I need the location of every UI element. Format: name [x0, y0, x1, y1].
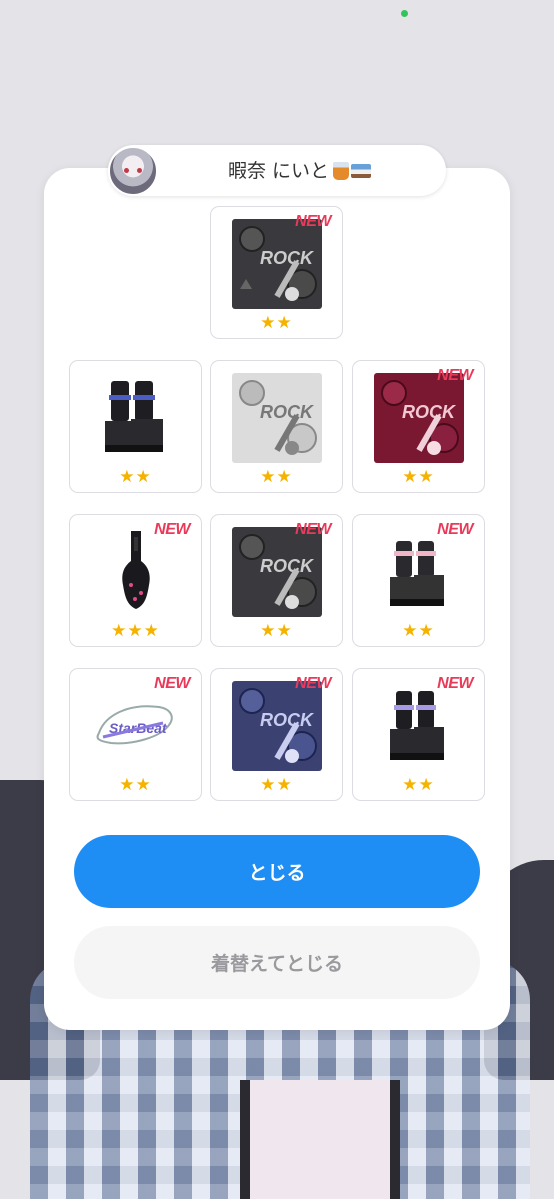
item-card[interactable]: ROCK NEW ★★: [210, 514, 343, 647]
item-card[interactable]: NEW ★★★: [69, 514, 202, 647]
rarity-stars: ★★: [260, 313, 293, 333]
rarity-stars: ★★: [119, 775, 152, 795]
rarity-stars: ★★: [260, 621, 293, 641]
new-badge: NEW: [437, 367, 473, 384]
rarity-stars: ★★: [119, 467, 152, 487]
item-card[interactable]: ROCK ★★: [210, 360, 343, 493]
sticker-logo-icon: StarBeat: [91, 681, 181, 771]
new-badge: NEW: [295, 521, 331, 538]
item-card[interactable]: ROCK NEW ★★: [210, 206, 343, 339]
svg-text:ROCK: ROCK: [260, 556, 315, 576]
rarity-stars: ★★★: [111, 621, 160, 641]
new-badge: NEW: [437, 675, 473, 692]
svg-text:ROCK: ROCK: [402, 402, 457, 422]
bed-emoji-icon: [351, 164, 372, 178]
item-card[interactable]: StarBeat NEW ★★: [69, 668, 202, 801]
user-name: 暇奈 にいと: [228, 160, 330, 182]
rarity-stars: ★★: [260, 775, 293, 795]
item-card[interactable]: ROCK NEW ★★: [352, 360, 485, 493]
rock-print-icon: ROCK: [232, 681, 322, 771]
new-badge: NEW: [437, 521, 473, 538]
rarity-stars: ★★: [402, 621, 435, 641]
avatar: [108, 146, 158, 196]
rarity-stars: ★★: [402, 467, 435, 487]
change-and-close-button[interactable]: 着替えてとじる: [74, 926, 480, 999]
new-badge: NEW: [295, 213, 331, 230]
boots-icon: [374, 681, 464, 771]
close-button[interactable]: とじる: [74, 835, 480, 908]
guitar-case-icon: [91, 527, 181, 617]
boots-icon: [374, 527, 464, 617]
rock-print-icon: ROCK: [232, 219, 322, 309]
item-card[interactable]: NEW ★★: [352, 514, 485, 647]
rock-print-icon: ROCK: [374, 373, 464, 463]
glass-emoji-icon: [333, 162, 350, 180]
rarity-stars: ★★: [260, 467, 293, 487]
rarity-stars: ★★: [402, 775, 435, 795]
rock-print-icon: ROCK: [232, 373, 322, 463]
item-card[interactable]: ROCK NEW ★★: [210, 668, 343, 801]
boots-icon: [91, 373, 181, 463]
svg-text:ROCK: ROCK: [260, 402, 315, 422]
profile-name: 暇奈 にいと: [228, 158, 372, 184]
svg-text:ROCK: ROCK: [260, 248, 315, 268]
svg-text:ROCK: ROCK: [260, 710, 315, 730]
new-badge: NEW: [154, 675, 190, 692]
item-card[interactable]: NEW ★★: [352, 668, 485, 801]
status-indicator: [401, 10, 408, 17]
item-card[interactable]: ★★: [69, 360, 202, 493]
new-badge: NEW: [154, 521, 190, 538]
new-badge: NEW: [295, 675, 331, 692]
rock-print-icon: ROCK: [232, 527, 322, 617]
